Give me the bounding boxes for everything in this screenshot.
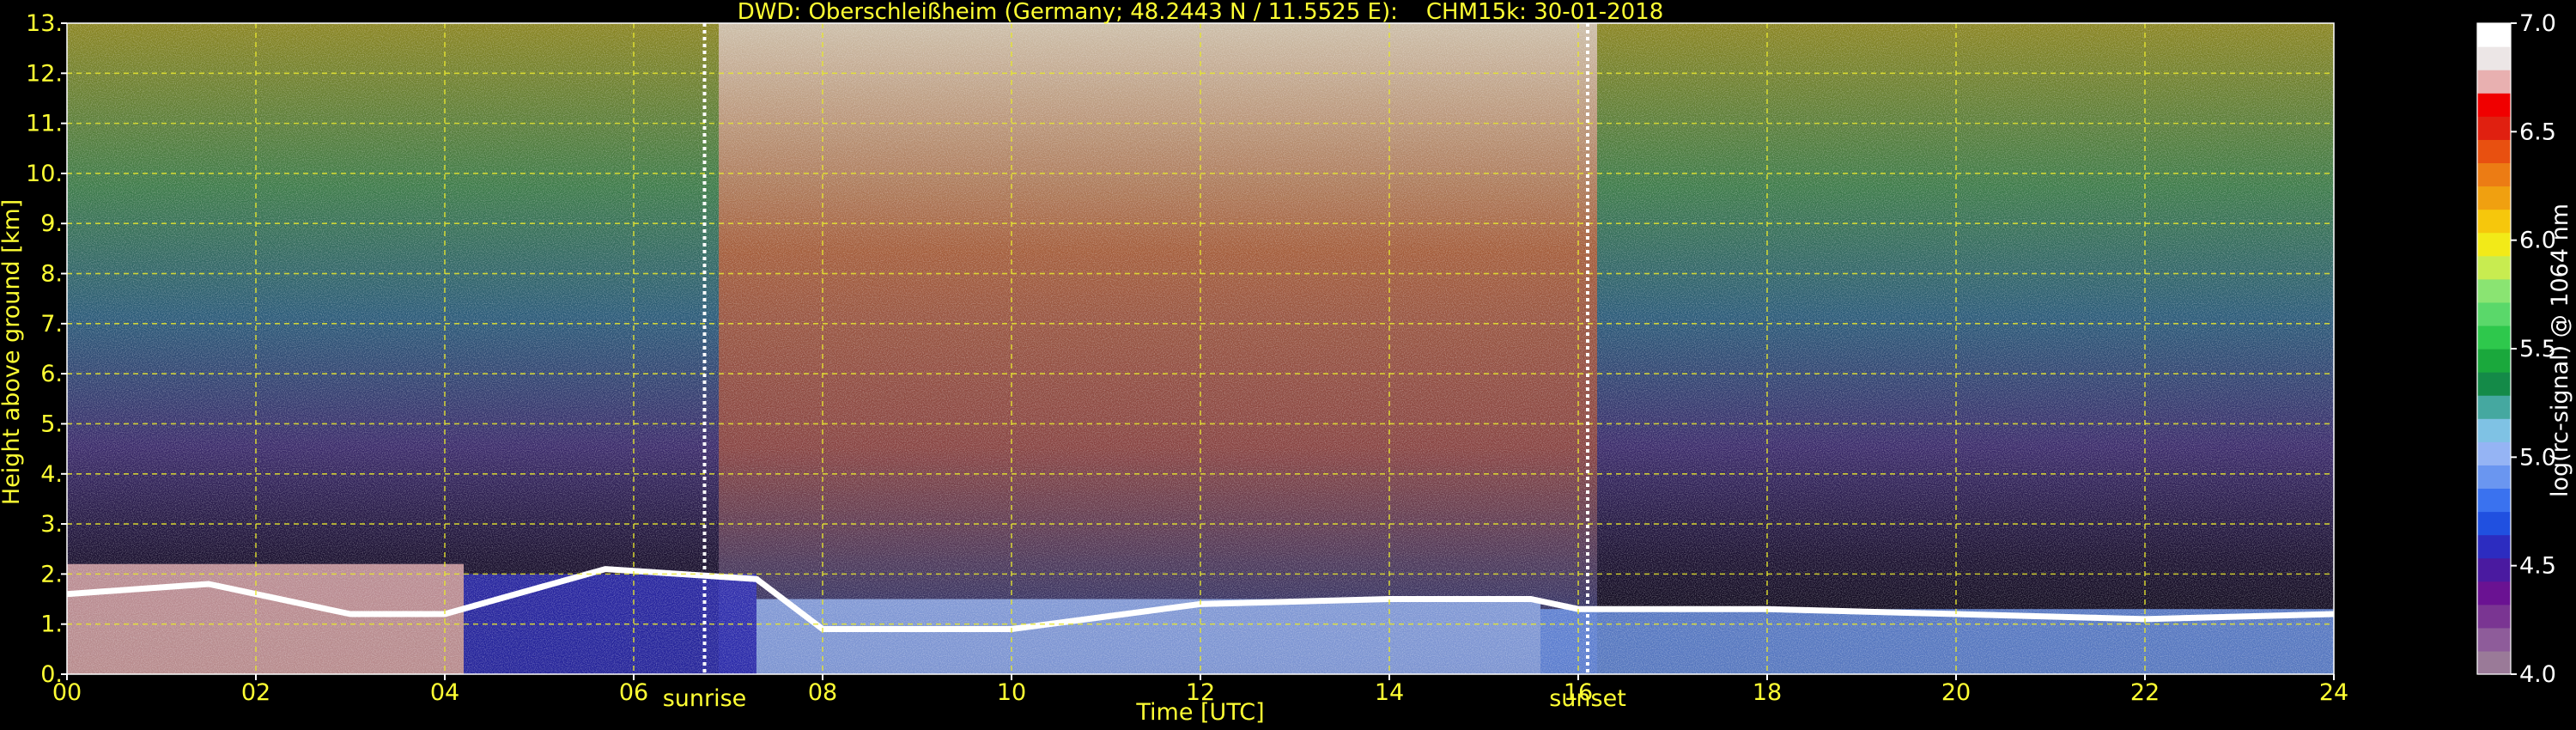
- x-tick-label: 14: [1375, 679, 1404, 706]
- colorbar-segment: [2477, 232, 2511, 257]
- colorbar-tick-label: 4.5: [2519, 553, 2556, 580]
- colorbar-segment: [2477, 534, 2511, 559]
- y-tick-label: 1.: [40, 611, 63, 638]
- x-tick-label: 10: [997, 679, 1026, 706]
- colorbar-tick-label: 7.0: [2519, 10, 2556, 37]
- x-tick-label: 04: [430, 679, 459, 706]
- colorbar-segment: [2477, 395, 2511, 419]
- sun-label: sunrise: [663, 685, 747, 712]
- sun-label: sunset: [1549, 685, 1626, 712]
- y-tick-label: 8.: [40, 261, 63, 288]
- y-tick-label: 7.: [40, 311, 63, 338]
- x-tick-label: 24: [2319, 679, 2348, 706]
- colorbar-segment: [2477, 23, 2511, 47]
- colorbar-segment: [2477, 70, 2511, 94]
- x-tick-label: 06: [619, 679, 648, 706]
- colorbar-segment: [2477, 441, 2511, 465]
- colorbar-segment: [2477, 116, 2511, 140]
- y-tick-label: 6.: [40, 361, 63, 387]
- colorbar-segment: [2477, 325, 2511, 350]
- y-tick-label: 10.: [26, 161, 63, 187]
- colorbar-tick-label: 6.5: [2519, 119, 2556, 145]
- colorbar-segment: [2477, 557, 2511, 582]
- y-tick-label: 4.: [40, 461, 63, 488]
- colorbar-tick-label: 4.0: [2519, 661, 2556, 688]
- colorbar-segment: [2477, 46, 2511, 70]
- colorbar-segment: [2477, 488, 2511, 513]
- colorbar: 4.04.55.05.56.06.57.0: [2476, 10, 2556, 688]
- colorbar-segment: [2477, 372, 2511, 396]
- colorbar-segment: [2477, 650, 2511, 675]
- y-tick-label: 5.: [40, 411, 63, 437]
- colorbar-label: log(rc-signal) @ 1064 nm: [2547, 204, 2573, 497]
- y-tick-label: 0.: [40, 661, 63, 688]
- y-tick-label: 11.: [26, 111, 63, 137]
- colorbar-segment: [2477, 139, 2511, 164]
- chart-title: DWD: Oberschleißheim (Germany; 48.2443 N…: [738, 0, 1664, 25]
- x-tick-label: 18: [1753, 679, 1782, 706]
- colorbar-segment: [2477, 349, 2511, 373]
- x-tick-label: 02: [241, 679, 270, 706]
- x-tick-label: 22: [2130, 679, 2160, 706]
- colorbar-segment: [2477, 93, 2511, 117]
- x-tick-label: 20: [1941, 679, 1971, 706]
- y-tick-label: 12.: [26, 60, 63, 87]
- colorbar-segment: [2477, 162, 2511, 187]
- y-tick-label: 3.: [40, 511, 63, 538]
- colorbar-segment: [2477, 209, 2511, 234]
- ceilometer-figure: 00 02 04 06 08 10 12 14 16 18 20 22 24 0.1.2.3.4.5.6…: [0, 0, 2573, 726]
- colorbar-segment: [2477, 186, 2511, 210]
- colorbar-segment: [2477, 511, 2511, 536]
- colorbar-segment: [2477, 604, 2511, 629]
- colorbar-segment: [2477, 627, 2511, 652]
- colorbar-segment: [2477, 581, 2511, 605]
- colorbar-segment: [2477, 301, 2511, 326]
- colorbar-segment: [2477, 465, 2511, 490]
- x-axis-label: Time [UTC]: [1135, 699, 1264, 726]
- colorbar-segment: [2477, 255, 2511, 280]
- colorbar-segment: [2477, 418, 2511, 442]
- colorbar-segment: [2477, 278, 2511, 303]
- y-axis-label: Height above ground [km]: [0, 199, 25, 505]
- y-axis: 0. 1. 2. 3. 4. 5. 6. 7. 8. 9. 10. 11. 12. 13.: [26, 10, 67, 688]
- x-tick-label: 08: [808, 679, 837, 706]
- y-tick-label: 2.: [40, 561, 63, 587]
- y-tick-label: 9.: [40, 210, 63, 237]
- y-tick-label: 13.: [26, 10, 63, 37]
